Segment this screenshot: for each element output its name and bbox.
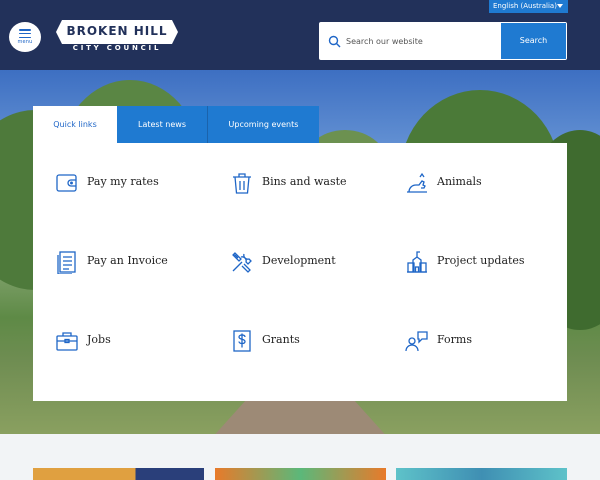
site-header: English (Australia) menu BROKEN HILL CIT… [0, 0, 600, 70]
wallet-icon [56, 174, 77, 192]
briefcase-icon [56, 332, 78, 351]
feature-card[interactable] [215, 468, 386, 480]
feature-card[interactable] [396, 468, 567, 480]
quick-link-label: Grants [262, 333, 300, 346]
tab-upcoming-events[interactable]: Upcoming events [207, 106, 319, 143]
site-logo[interactable]: BROKEN HILL CITY COUNCIL [56, 20, 178, 56]
chevron-down-icon [557, 4, 563, 8]
search-button[interactable]: Search [501, 23, 566, 59]
dog-icon [407, 172, 427, 193]
quick-link-label: Pay my rates [87, 175, 159, 188]
footpath [210, 400, 390, 434]
quick-link-label: Project updates [437, 254, 525, 267]
quick-link-label: Forms [437, 333, 472, 346]
person-chat-icon [405, 331, 428, 352]
building-icon [407, 251, 427, 273]
tab-latest-news[interactable]: Latest news [117, 106, 207, 143]
tab-quick-links[interactable]: Quick links [33, 106, 117, 143]
search-icon [328, 35, 341, 48]
quick-link-label: Development [262, 254, 336, 267]
quick-link-label: Animals [437, 175, 482, 188]
language-selector[interactable]: English (Australia) [489, 0, 568, 13]
quick-link-label: Bins and waste [262, 175, 347, 188]
hamburger-icon [19, 29, 31, 39]
language-label: English (Australia) [493, 2, 557, 10]
dollar-icon [233, 330, 251, 352]
search-bar: Search [319, 22, 567, 60]
feature-card[interactable] [33, 468, 204, 480]
menu-button[interactable]: menu [9, 22, 41, 52]
logo-subtitle: CITY COUNCIL [72, 44, 162, 52]
quick-links-panel: Pay my rates Bins and waste Animals Pay … [33, 143, 567, 401]
tools-icon [232, 252, 252, 273]
invoice-icon [57, 251, 76, 274]
bin-icon [233, 173, 251, 194]
feature-cards-area [0, 434, 600, 480]
logo-title: BROKEN HILL [66, 24, 168, 38]
search-input[interactable] [346, 31, 496, 51]
quick-link-label: Pay an Invoice [87, 254, 168, 267]
quick-link-label: Jobs [87, 333, 111, 346]
menu-label: menu [17, 39, 33, 45]
